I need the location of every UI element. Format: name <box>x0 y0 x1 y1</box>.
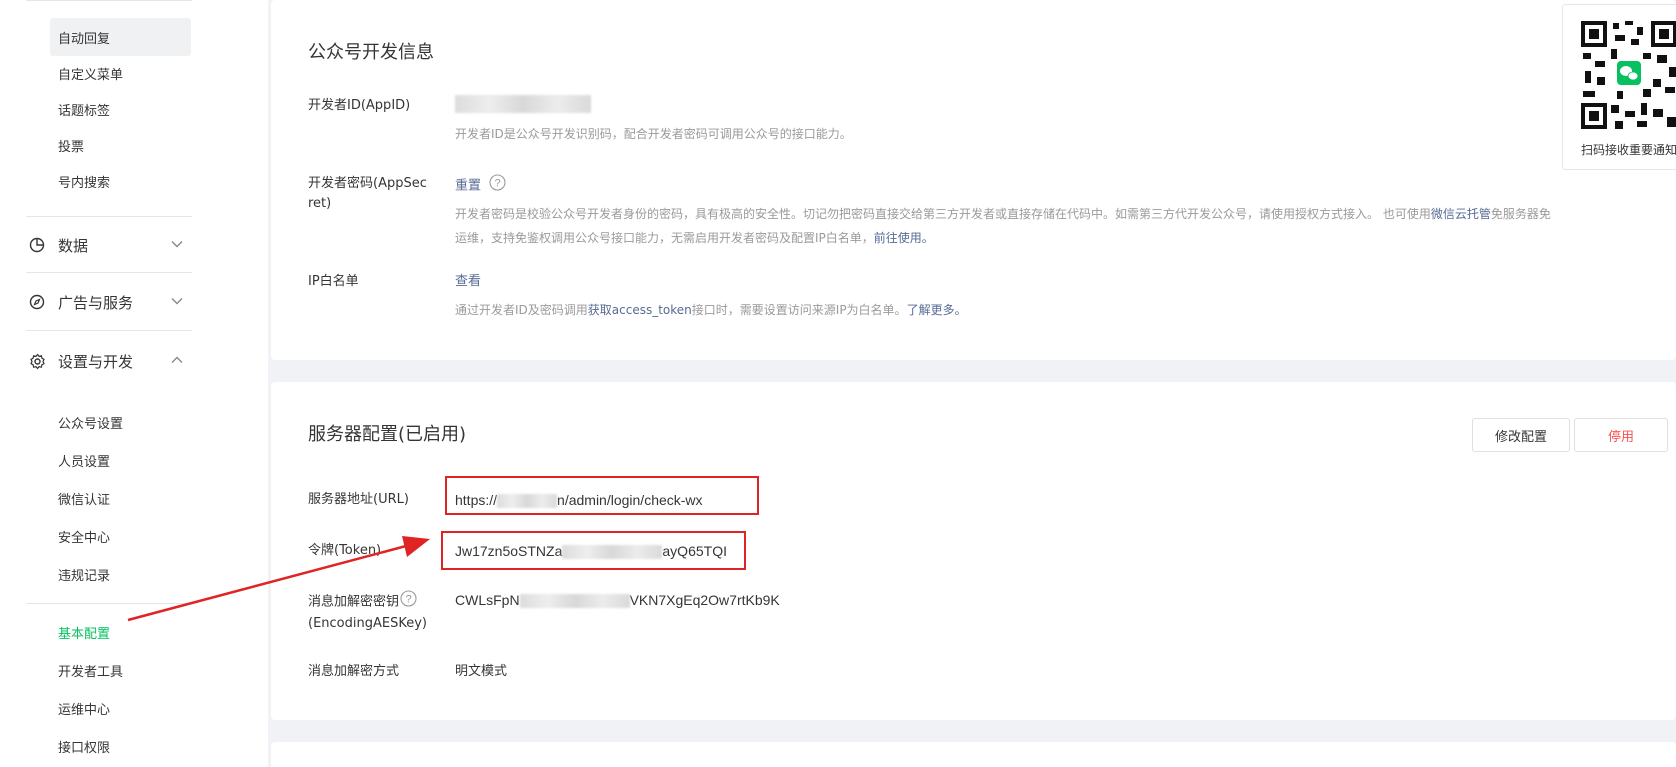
annotation-arrow-icon <box>127 536 430 622</box>
qr-code-icon <box>1581 21 1676 129</box>
qr-caption: 扫码接收重要通知 <box>1581 143 1676 157</box>
qr-code-panel: 扫码接收重要通知 <box>1562 4 1676 170</box>
